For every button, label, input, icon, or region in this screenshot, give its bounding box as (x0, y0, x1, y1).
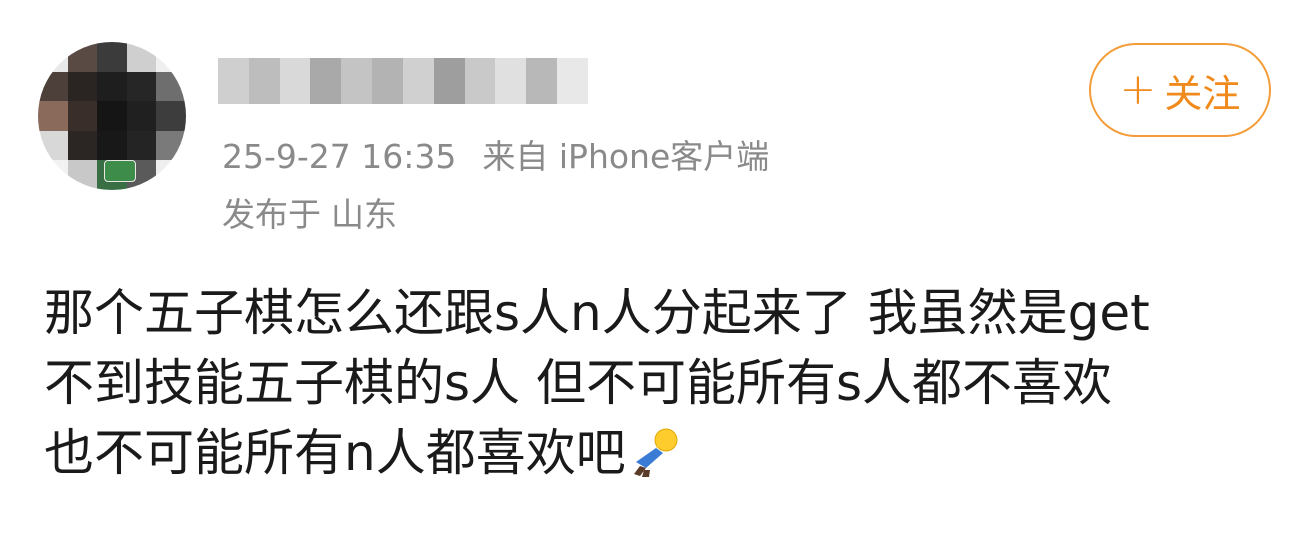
post-location: 发布于 山东 (222, 195, 397, 235)
post-text-line: 那个五子棋怎么还跟s人n人分起来了 我虽然是get (44, 284, 1150, 342)
post-text-line: 不到技能五子棋的s人 但不可能所有s人都不喜欢 (44, 354, 1112, 412)
location-label: 发布于 (222, 195, 321, 234)
post-timestamp: 25-9-27 16:35 (222, 137, 457, 176)
post-text-line-last: 也不可能所有n人都喜欢吧 (44, 418, 1284, 488)
weibo-post-card: 25-9-27 16:35 来自 iPhone客户端 发布于 山东 + 关注 那个五… (0, 0, 1315, 537)
avatar-badge-icon (104, 160, 136, 182)
username-blurred[interactable] (218, 58, 588, 104)
follow-label: 关注 (1164, 71, 1241, 116)
post-text-line-content: 也不可能所有n人都喜欢吧 (44, 424, 626, 482)
post-source: 来自 iPhone客户端 (482, 137, 770, 176)
post-meta: 25-9-27 16:35 来自 iPhone客户端 (222, 137, 769, 177)
post-body: 那个五子棋怎么还跟s人n人分起来了 我虽然是get 不到技能五子棋的s人 但不可… (44, 278, 1284, 488)
follow-button[interactable]: + 关注 (1089, 43, 1271, 137)
lying-down-figure-icon (633, 428, 678, 477)
plus-icon: + (1119, 64, 1157, 115)
location-value: 山东 (331, 195, 397, 234)
